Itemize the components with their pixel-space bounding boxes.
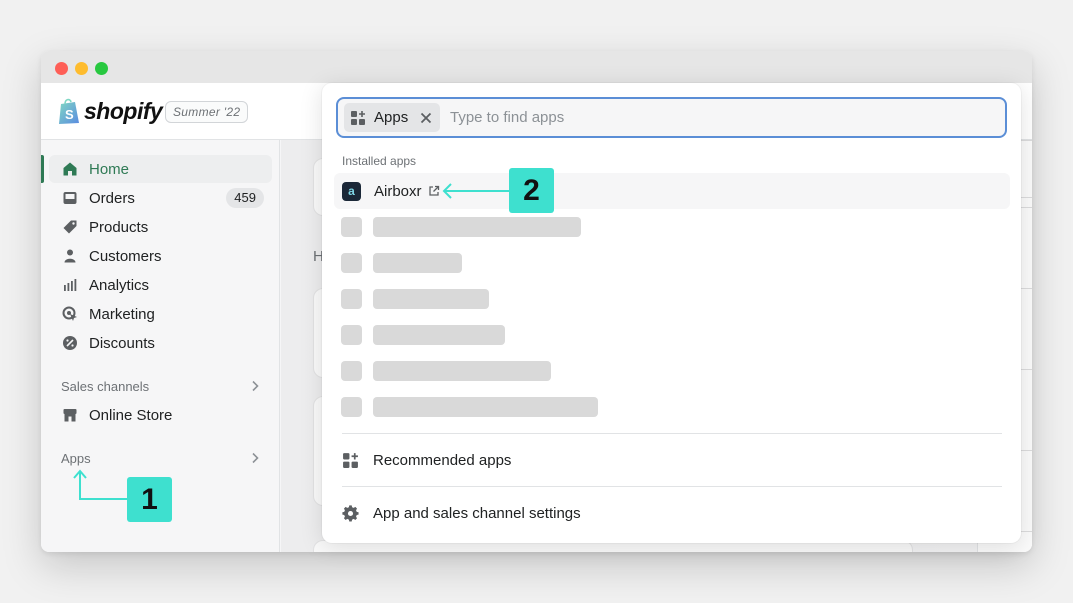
title-bar bbox=[41, 51, 1032, 83]
bar-chart-icon bbox=[61, 276, 79, 294]
skeleton-bar bbox=[373, 325, 505, 345]
brand-name: shopify bbox=[84, 97, 163, 124]
chip-label: Apps bbox=[374, 109, 409, 126]
app-name: Airboxr bbox=[374, 182, 422, 200]
annotation-arrow-2 bbox=[442, 183, 510, 199]
skeleton-icon bbox=[341, 217, 362, 237]
menu-item-label: App and sales channel settings bbox=[373, 504, 581, 522]
apps-add-icon bbox=[343, 452, 358, 468]
skeleton-icon bbox=[341, 361, 362, 381]
home-icon bbox=[61, 160, 79, 178]
sidebar-item-label: Online Store bbox=[89, 406, 173, 424]
skeleton-bar bbox=[373, 217, 581, 237]
annotation-marker-2: 2 bbox=[509, 168, 554, 213]
sidebar-item-label: Orders bbox=[89, 189, 135, 207]
apps-filter-chip[interactable]: Apps bbox=[344, 103, 441, 132]
sales-channels-chevron-icon[interactable] bbox=[249, 380, 261, 392]
divider bbox=[342, 486, 1002, 487]
sidebar-item-label: Discounts bbox=[89, 334, 155, 352]
sidebar-item-customers[interactable]: Customers bbox=[49, 242, 272, 270]
svg-text:S: S bbox=[65, 107, 74, 122]
sidebar-item-marketing[interactable]: Marketing bbox=[49, 300, 272, 328]
store-icon bbox=[61, 406, 79, 424]
shopify-bag-icon: S bbox=[59, 98, 79, 124]
sidebar-item-analytics[interactable]: Analytics bbox=[49, 271, 272, 299]
installed-apps-heading: Installed apps bbox=[342, 154, 417, 168]
target-icon bbox=[61, 305, 79, 323]
apps-search-field[interactable]: Apps bbox=[336, 97, 1007, 138]
maximize-window-button[interactable] bbox=[95, 62, 108, 75]
orders-count-badge: 459 bbox=[226, 188, 264, 208]
external-link-icon bbox=[428, 185, 439, 196]
skeleton-icon bbox=[341, 325, 362, 345]
recommended-apps-item[interactable]: Recommended apps bbox=[342, 448, 511, 472]
skeleton-bar bbox=[373, 289, 489, 309]
skeleton-bar bbox=[373, 253, 462, 273]
tag-icon bbox=[61, 218, 79, 236]
skeleton-icon bbox=[341, 397, 362, 417]
discount-icon bbox=[61, 334, 79, 352]
sidebar-item-label: Marketing bbox=[89, 305, 155, 323]
search-input[interactable] bbox=[450, 105, 990, 130]
apps-search-popover: Apps Installed apps a Airboxr bbox=[322, 83, 1021, 543]
apps-heading[interactable]: Apps bbox=[61, 451, 91, 466]
sales-channels-heading: Sales channels bbox=[61, 379, 150, 394]
airboxr-logo: a bbox=[342, 181, 361, 201]
sidebar-item-label: Analytics bbox=[89, 276, 150, 294]
close-icon[interactable] bbox=[420, 112, 432, 124]
annotation-marker-1: 1 bbox=[127, 477, 172, 522]
skeleton-bar bbox=[373, 397, 598, 417]
sidebar-item-discounts[interactable]: Discounts bbox=[49, 329, 272, 357]
minimize-window-button[interactable] bbox=[75, 62, 88, 75]
sidebar-item-label: Home bbox=[89, 160, 130, 178]
apps-add-icon bbox=[351, 110, 365, 125]
sidebar-item-products[interactable]: Products bbox=[49, 213, 272, 241]
menu-item-label: Recommended apps bbox=[373, 451, 512, 469]
sidebar-item-home[interactable]: Home bbox=[49, 155, 272, 183]
apps-chevron-icon[interactable] bbox=[249, 452, 261, 464]
skeleton-icon bbox=[341, 253, 362, 273]
active-indicator bbox=[41, 155, 44, 183]
shopify-logo[interactable]: S shopify bbox=[57, 97, 163, 125]
close-window-button[interactable] bbox=[55, 62, 68, 75]
skeleton-icon bbox=[341, 289, 362, 309]
skeleton-bar bbox=[373, 361, 551, 381]
inbox-icon bbox=[61, 189, 79, 207]
sidebar-item-orders[interactable]: Orders 459 bbox=[49, 184, 272, 212]
app-settings-item[interactable]: App and sales channel settings bbox=[342, 501, 581, 525]
version-badge: Summer '22 bbox=[165, 101, 249, 123]
sidebar-item-label: Customers bbox=[89, 247, 162, 265]
gear-icon bbox=[342, 504, 359, 521]
installed-app-airboxr[interactable]: a Airboxr bbox=[334, 173, 1010, 209]
sidebar-item-label: Products bbox=[89, 218, 149, 236]
divider bbox=[342, 433, 1002, 434]
annotation-arrow-1 bbox=[73, 469, 127, 500]
person-icon bbox=[61, 247, 79, 265]
sidebar-item-online-store[interactable]: Online Store bbox=[49, 401, 272, 429]
